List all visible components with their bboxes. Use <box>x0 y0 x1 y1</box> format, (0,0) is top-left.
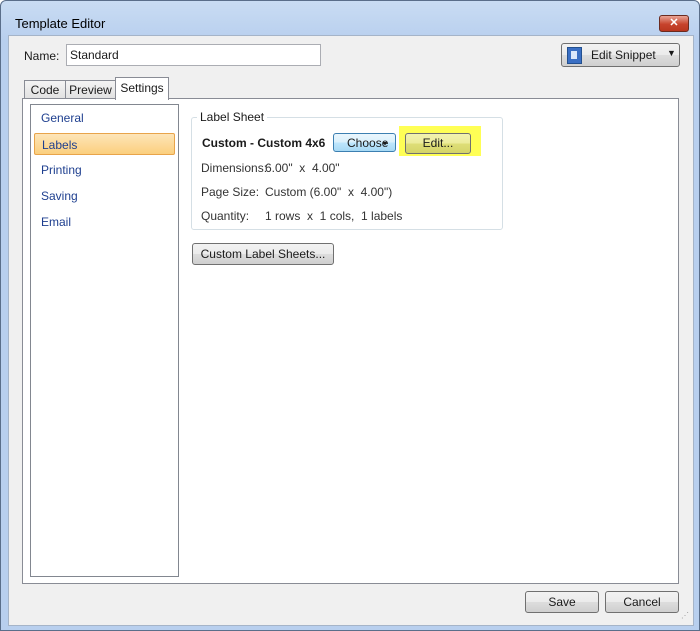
tab-preview[interactable]: Preview <box>65 80 116 99</box>
edit-snippet-label: Edit Snippet <box>591 48 656 62</box>
edit-button[interactable]: Edit... <box>405 133 471 154</box>
close-icon: ✕ <box>669 17 679 29</box>
choose-button[interactable]: Choose ▾ <box>333 133 396 152</box>
name-label: Name: <box>24 49 60 63</box>
tab-code-label: Code <box>30 83 60 97</box>
sidebar-item-printing[interactable]: Printing <box>34 159 175 181</box>
dimensions-value: 6.00" x 4.00" <box>265 161 340 175</box>
title-bar[interactable]: Template Editor ✕ <box>1 1 699 35</box>
name-input[interactable]: Standard <box>66 44 321 66</box>
close-button[interactable]: ✕ <box>659 15 689 32</box>
tab-settings-label: Settings <box>120 81 164 95</box>
cancel-button[interactable]: Cancel <box>605 591 679 613</box>
label-sheet-group-title: Label Sheet <box>197 110 268 124</box>
chevron-down-icon: ▼ <box>667 48 676 58</box>
sidebar-item-labels[interactable]: Labels <box>34 133 175 155</box>
quantity-value: 1 rows x 1 cols, 1 labels <box>265 209 403 223</box>
settings-sidebar: General Labels Printing Saving Email <box>30 104 179 577</box>
quantity-label: Quantity: <box>201 209 250 223</box>
custom-label-sheets-button[interactable]: Custom Label Sheets... <box>192 243 334 265</box>
tab-code[interactable]: Code <box>24 80 66 99</box>
page-size-value: Custom (6.00" x 4.00") <box>265 185 393 199</box>
edit-snippet-button[interactable]: Edit Snippet ▼ <box>561 43 680 67</box>
window-title: Template Editor <box>15 16 106 31</box>
sidebar-item-email[interactable]: Email <box>34 211 175 233</box>
dimensions-label: Dimensions: <box>201 161 268 175</box>
page-size-label: Page Size: <box>201 185 260 199</box>
resize-grip-icon[interactable]: ⋰ <box>681 612 691 624</box>
chevron-down-icon: ▾ <box>383 139 388 148</box>
tab-settings[interactable]: Settings <box>115 77 169 100</box>
sidebar-item-general[interactable]: General <box>34 107 175 129</box>
label-sheet-name: Custom - Custom 4x6 <box>202 136 326 150</box>
sidebar-item-saving[interactable]: Saving <box>34 185 175 207</box>
tab-preview-label: Preview <box>69 83 112 97</box>
snippet-icon <box>567 47 582 64</box>
save-button[interactable]: Save <box>525 591 599 613</box>
